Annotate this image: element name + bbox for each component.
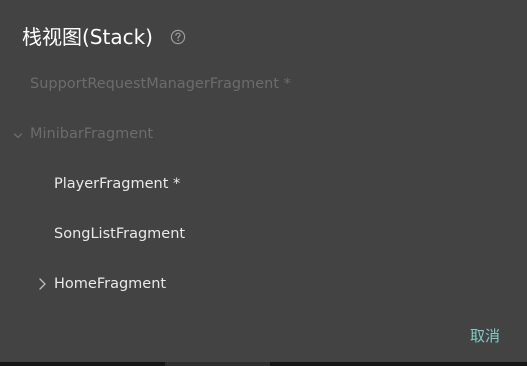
tree-node-home-fragment[interactable]: HomeFragment [54, 273, 166, 295]
tree-node-label: HomeFragment [54, 276, 167, 292]
tree-node-song-list-fragment[interactable]: SongListFragment [54, 223, 185, 245]
stack-view-dialog: 栈视图(Stack) SupportRequestManagerFragment… [0, 0, 527, 362]
dialog-header: 栈视图(Stack) [22, 24, 186, 50]
tree-node-minibar-fragment[interactable]: MinibarFragment [30, 123, 153, 145]
help-circle-icon[interactable] [170, 29, 186, 45]
dialog-title: 栈视图(Stack) [22, 25, 153, 49]
tree-node-label: PlayerFragment * [54, 176, 181, 192]
chevron-down-icon[interactable] [12, 127, 24, 139]
tree-node-label: MinibarFragment [30, 126, 154, 142]
tree-node-label: SongListFragment [54, 226, 186, 242]
tree-node-player-fragment[interactable]: PlayerFragment * [54, 173, 180, 195]
tree-node-label: SupportRequestManagerFragment * [30, 76, 291, 92]
tree-node-support-request-manager-fragment[interactable]: SupportRequestManagerFragment * [30, 73, 291, 95]
cancel-button[interactable]: 取消 [462, 324, 508, 348]
background-content-fragment [165, 362, 270, 366]
chevron-right-icon[interactable] [36, 276, 48, 290]
